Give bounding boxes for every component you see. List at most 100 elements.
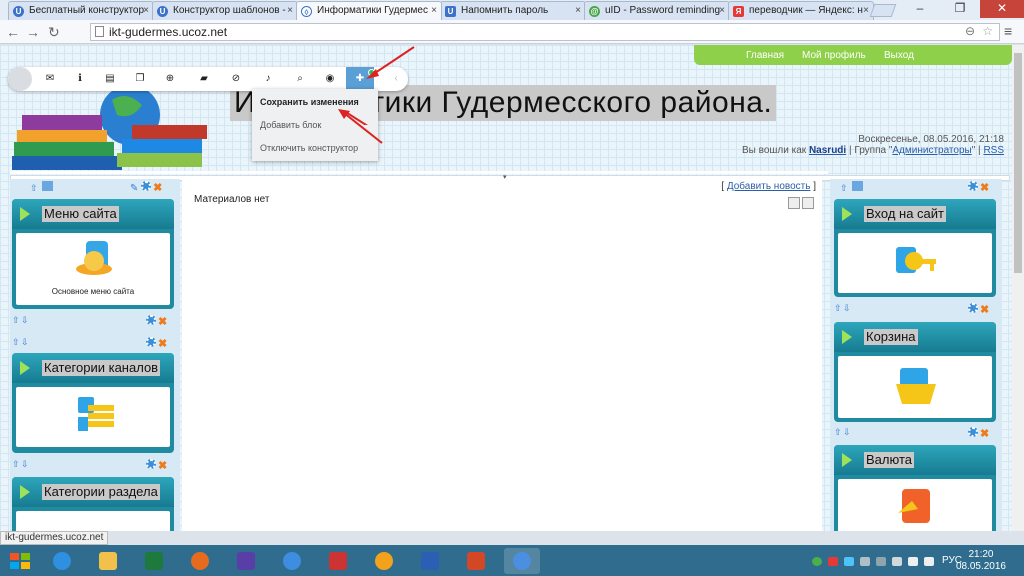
info-icon[interactable]: ℹ <box>74 73 86 85</box>
menu-item-add-block[interactable]: Добавить блок <box>260 120 321 130</box>
tab-konstruktor[interactable]: U Конструктор шаблонов - × <box>152 1 298 20</box>
tray-signal-icon[interactable] <box>908 557 918 566</box>
tab-informatiki[interactable]: ◊ Информатики Гудермес × <box>296 1 442 20</box>
zoom-icon[interactable]: ⊖ <box>965 24 975 38</box>
arrow-down-icon[interactable]: ⇩ <box>21 337 30 347</box>
wrench-icon[interactable]: ✎ <box>130 183 138 194</box>
taskbar-powerpoint[interactable] <box>458 548 494 574</box>
delete-icon[interactable]: ✖ <box>158 317 168 328</box>
browser-menu-icon[interactable]: ≡ <box>1004 23 1018 39</box>
layers-icon[interactable]: ❐ <box>134 73 146 85</box>
tab-uid[interactable]: @ uID - Password reminding × <box>584 1 730 20</box>
arrow-up-icon[interactable]: ⇧ <box>834 303 843 313</box>
delete-icon[interactable]: ✖ <box>980 429 990 440</box>
block-move-controls[interactable]: ⇧⇩ <box>12 315 30 327</box>
close-icon[interactable]: × <box>143 5 149 16</box>
taskbar-explorer[interactable] <box>90 548 126 574</box>
arrow-up-icon[interactable]: ⇧ <box>12 337 21 347</box>
tray-app-icon[interactable] <box>812 557 822 566</box>
delete-icon[interactable]: ✖ <box>158 339 168 350</box>
block-move-controls[interactable]: ⇧⇩ <box>834 303 852 315</box>
block-move-controls[interactable]: ⇧ <box>840 181 863 193</box>
block-edit-controls[interactable]: ✎ ✖ <box>130 181 163 194</box>
taskbar-ie[interactable] <box>44 548 80 574</box>
delete-icon[interactable]: ✖ <box>980 305 990 316</box>
taskbar-media[interactable] <box>320 548 356 574</box>
arrow-up-icon[interactable]: ⇧ <box>840 183 849 193</box>
vertical-scrollbar[interactable] <box>1012 45 1024 531</box>
taskbar-excel[interactable] <box>136 548 172 574</box>
mail-icon[interactable]: ✉ <box>44 73 56 85</box>
block-move-controls[interactable]: ⇧ <box>30 181 53 193</box>
clock[interactable]: 21:20 08.05.2016 <box>956 549 1006 573</box>
gear-icon[interactable] <box>968 303 978 313</box>
arrow-down-icon[interactable]: ⇩ <box>21 459 30 469</box>
minimize-button[interactable]: – <box>900 0 940 18</box>
block-edit-controls[interactable]: ✖ <box>968 303 990 316</box>
address-input[interactable]: ikt-gudermes.ucoz.net ⊖ ☆ <box>90 23 1000 41</box>
block-move-controls[interactable]: ⇧⇩ <box>12 337 30 349</box>
close-icon[interactable]: × <box>431 5 437 16</box>
arrow-up-icon[interactable]: ⇧ <box>30 183 39 193</box>
add-news-link[interactable]: Добавить новость <box>727 181 811 192</box>
delete-icon[interactable]: ✖ <box>980 183 990 194</box>
block-edit-controls[interactable]: ✖ <box>146 459 168 472</box>
tray-device-icon[interactable] <box>876 557 886 566</box>
delete-icon[interactable]: ✖ <box>153 183 163 194</box>
add-circle-icon[interactable]: ⊕ <box>164 73 176 85</box>
block-icon[interactable]: ⊘ <box>230 73 242 85</box>
gear-icon[interactable] <box>141 181 152 191</box>
nav-logout-link[interactable]: Выход <box>884 50 914 61</box>
search-icon[interactable]: ⌕ <box>294 73 306 85</box>
bookmark-star-icon[interactable]: ☆ <box>982 24 993 38</box>
block-edit-controls[interactable]: ✖ <box>968 181 990 194</box>
close-icon[interactable]: × <box>575 5 581 16</box>
back-icon[interactable]: ← <box>6 24 20 40</box>
scrollbar-thumb[interactable] <box>1014 53 1022 273</box>
tray-power-icon[interactable] <box>892 557 902 566</box>
forward-icon[interactable]: → <box>26 24 40 40</box>
rss-link[interactable]: RSS <box>983 145 1004 156</box>
folder-icon[interactable]: ▰ <box>198 73 210 85</box>
tab-bespl[interactable]: U Бесплатный конструктор × <box>8 1 154 20</box>
arrow-down-icon[interactable]: ⇩ <box>843 427 852 437</box>
table-icon[interactable] <box>42 181 53 191</box>
maximize-button[interactable]: ❐ <box>940 0 980 18</box>
bell-icon[interactable]: ♪ <box>262 73 274 85</box>
taskbar-app[interactable] <box>274 548 310 574</box>
nav-home-link[interactable]: Главная <box>746 50 784 61</box>
taskbar-chrome[interactable] <box>504 548 540 574</box>
arrow-down-icon[interactable]: ⇩ <box>21 315 30 325</box>
arrow-down-icon[interactable]: ⇩ <box>843 303 852 313</box>
settings-icon[interactable] <box>802 197 814 209</box>
view-icon[interactable] <box>788 197 800 209</box>
user-link[interactable]: Nasrudi <box>809 145 846 156</box>
block-move-controls[interactable]: ⇧⇩ <box>834 427 852 439</box>
gear-icon[interactable] <box>146 459 156 469</box>
tray-antivirus-icon[interactable] <box>828 557 838 566</box>
block-move-controls[interactable]: ⇧⇩ <box>12 459 30 471</box>
delete-icon[interactable]: ✖ <box>158 461 168 472</box>
taskbar-word[interactable] <box>412 548 448 574</box>
close-icon[interactable]: × <box>863 5 869 16</box>
gear-icon[interactable] <box>968 181 978 191</box>
arrow-up-icon[interactable]: ⇧ <box>12 315 21 325</box>
arrow-up-icon[interactable]: ⇧ <box>12 459 21 469</box>
gear-icon[interactable] <box>146 337 156 347</box>
group-link[interactable]: Администраторы <box>892 145 971 156</box>
close-icon[interactable]: × <box>719 5 725 16</box>
document-icon[interactable]: ▤ <box>104 73 116 85</box>
start-button[interactable] <box>4 546 36 576</box>
block-edit-controls[interactable]: ✖ <box>146 315 168 328</box>
block-edit-controls[interactable]: ✖ <box>146 337 168 350</box>
user-avatar-icon[interactable] <box>8 67 32 91</box>
taskbar-firefox[interactable] <box>182 548 218 574</box>
tray-volume-icon[interactable] <box>924 557 934 566</box>
reload-icon[interactable]: ↻ <box>48 24 60 41</box>
table-icon[interactable] <box>852 181 863 191</box>
nav-profile-link[interactable]: Мой профиль <box>802 50 866 61</box>
tab-yandex[interactable]: Япереводчик — Яндекс: н × <box>728 1 874 20</box>
gear-icon[interactable] <box>146 315 156 325</box>
close-icon[interactable]: × <box>287 5 293 16</box>
tab-napomnit[interactable]: U Напомнить пароль × <box>440 1 586 20</box>
